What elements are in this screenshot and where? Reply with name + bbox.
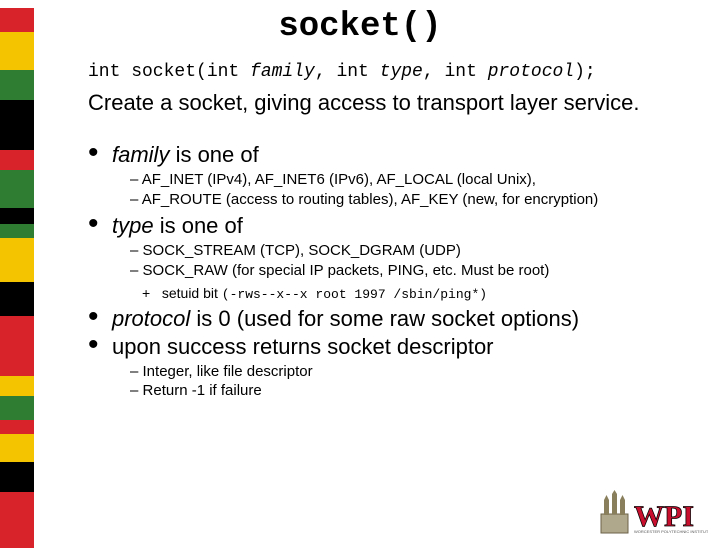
list-item: type is one of SOCK_STREAM (TCP), SOCK_D… (88, 213, 702, 304)
sub-item: AF_ROUTE (access to routing tables), AF_… (130, 190, 702, 210)
function-signature: int socket(int family, int type, int pro… (88, 62, 702, 82)
plus-mono: (-rws--x--x root 1997 /sbin/ping*) (222, 287, 487, 302)
sig-text: , int (423, 62, 488, 82)
list-item: family is one of AF_INET (IPv4), AF_INET… (88, 142, 702, 209)
logo-area: WPI WORCESTER POLYTECHNIC INSTITUTE (598, 490, 708, 538)
bullet-text: is 0 (used for some raw socket options) (190, 306, 579, 331)
wpi-logo-icon: WPI WORCESTER POLYTECHNIC INSTITUTE (598, 490, 708, 538)
sub-item: SOCK_STREAM (TCP), SOCK_DGRAM (UDP) (130, 241, 702, 261)
sig-text: ); (574, 62, 596, 82)
decorative-sidestrip (0, 8, 34, 548)
param-name: family (112, 142, 169, 167)
wpi-subtext: WORCESTER POLYTECHNIC INSTITUTE (634, 529, 708, 534)
sig-param-family: family (250, 62, 315, 82)
list-item: protocol is 0 (used for some raw socket … (88, 306, 702, 332)
sub-item: Return -1 if failure (130, 381, 702, 401)
sub-item: Integer, like file descriptor (130, 362, 702, 382)
sig-param-protocol: protocol (488, 62, 574, 82)
param-name: type (112, 213, 154, 238)
bullet-text: is one of (169, 142, 258, 167)
plus-text: setuid bit (162, 285, 222, 301)
sig-text: , int (315, 62, 380, 82)
bullet-list: family is one of AF_INET (IPv4), AF_INET… (88, 142, 702, 401)
page-title: socket() (0, 8, 720, 46)
sub-item: AF_INET (IPv4), AF_INET6 (IPv6), AF_LOCA… (130, 170, 702, 190)
slide-content: int socket(int family, int type, int pro… (88, 62, 702, 405)
sub-list: SOCK_STREAM (TCP), SOCK_DGRAM (UDP) SOCK… (112, 241, 702, 280)
sub-list: AF_INET (IPv4), AF_INET6 (IPv6), AF_LOCA… (112, 170, 702, 209)
bullet-text: is one of (154, 213, 243, 238)
sub-sub-list: setuid bit (-rws--x--x root 1997 /sbin/p… (112, 284, 702, 304)
param-name: protocol (112, 306, 190, 331)
sub-list: Integer, like file descriptor Return -1 … (112, 362, 702, 401)
sig-param-type: type (380, 62, 423, 82)
sub-sub-item: setuid bit (-rws--x--x root 1997 /sbin/p… (142, 284, 702, 304)
sig-text: int socket(int (88, 62, 250, 82)
list-item: upon success returns socket descriptor I… (88, 334, 702, 401)
sub-item: SOCK_RAW (for special IP packets, PING, … (130, 261, 702, 281)
description: Create a socket, giving access to transp… (88, 90, 702, 116)
bullet-text: upon success returns socket descriptor (112, 334, 494, 359)
wpi-text: WPI (634, 500, 694, 533)
